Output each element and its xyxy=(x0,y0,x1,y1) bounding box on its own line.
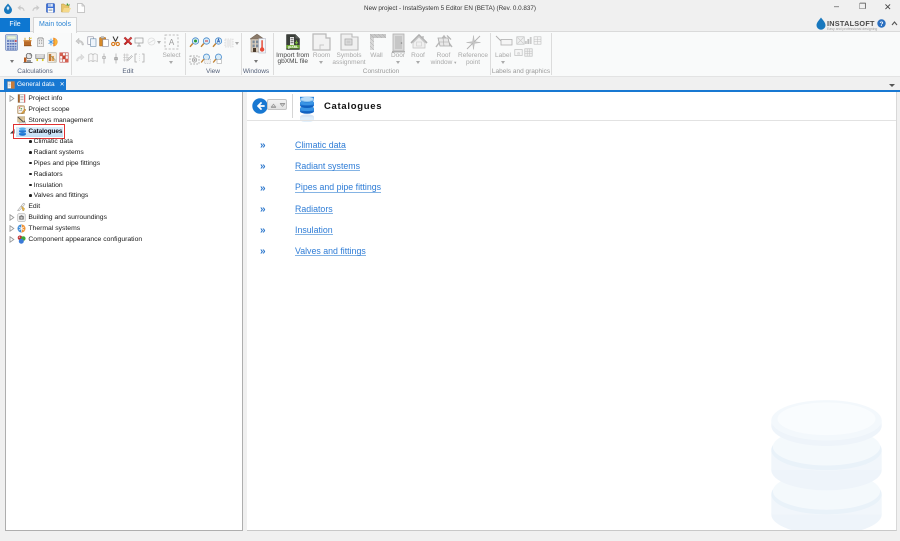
svg-text:?: ? xyxy=(880,21,884,28)
svg-text:A: A xyxy=(169,38,175,47)
svg-text:gbXML: gbXML xyxy=(288,44,299,48)
